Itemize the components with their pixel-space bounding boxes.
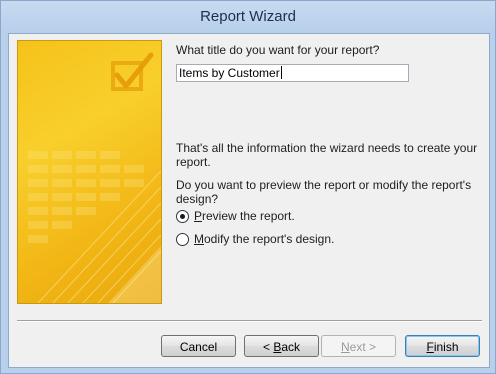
modify-design-option[interactable]: Modify the report's design. [176,232,334,246]
finish-button[interactable]: Finish [405,335,480,357]
title-question-label: What title do you want for your report? [176,43,380,57]
text-caret [280,66,282,79]
button-separator [17,320,482,322]
cancel-button[interactable]: Cancel [161,335,236,357]
next-button[interactable]: Next > [321,335,396,357]
report-title-value: Items by Customer [179,66,280,80]
banner-graphic [28,52,161,303]
info-text-line-2: report. [176,155,211,169]
preview-question-line-2: design? [176,192,219,206]
wizard-banner-image [17,40,162,304]
modify-option-label[interactable]: Modify the report's design. [194,232,334,246]
back-button[interactable]: < Back [244,335,319,357]
preview-question-line-1: Do you want to preview the report or mod… [176,178,472,192]
info-text-line-1: That's all the information the wizard ne… [176,141,478,155]
report-title-input[interactable]: Items by Customer [176,64,409,82]
preview-report-option[interactable]: Preview the report. [176,209,295,223]
radio-selected-dot [180,213,185,219]
preview-radio-button[interactable] [176,209,189,223]
window-title: Report Wizard [200,8,296,25]
checkbox-check-icon [111,52,154,91]
modify-radio-button[interactable] [176,232,189,246]
report-wizard-window: Report Wizard What title do you want for… [0,0,496,374]
wizard-client-area: What title do you want for your report? … [8,33,490,368]
preview-option-label[interactable]: Preview the report. [194,209,295,223]
